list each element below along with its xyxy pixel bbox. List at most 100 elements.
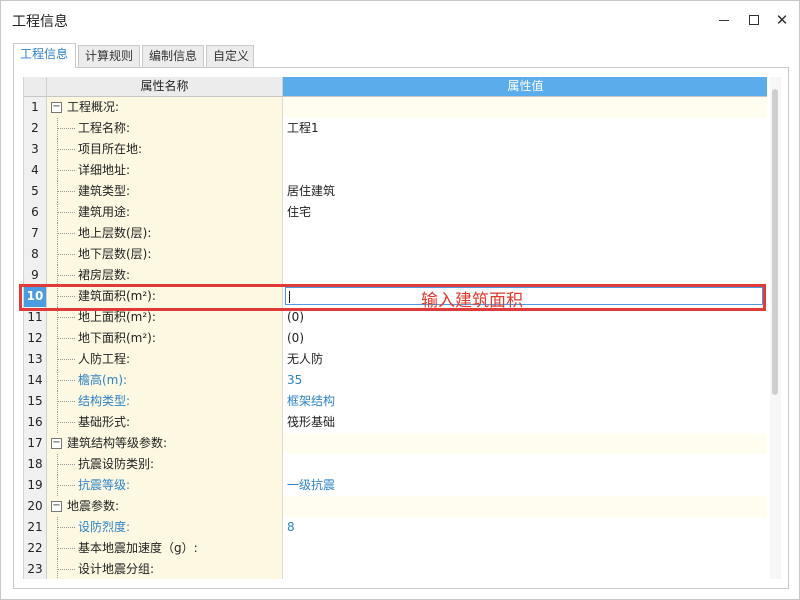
tab-calc-rules[interactable]: 计算规则	[78, 45, 140, 67]
property-value-cell[interactable]: 35	[283, 370, 767, 391]
row-number[interactable]: 8	[24, 244, 47, 265]
property-name-cell[interactable]: 设防烈度:	[47, 517, 283, 538]
row-number[interactable]: 18	[24, 454, 47, 475]
grid-row[interactable]: 9 裙房层数:	[24, 265, 767, 286]
grid-row[interactable]: 21 设防烈度: 8	[24, 517, 767, 538]
row-number[interactable]: 9	[24, 265, 47, 286]
minimize-icon[interactable]	[713, 9, 735, 31]
property-value-cell[interactable]	[283, 265, 767, 286]
row-number[interactable]: 16	[24, 412, 47, 433]
property-value-cell[interactable]: 居住建筑	[283, 181, 767, 202]
property-name-cell[interactable]: 人防工程:	[47, 349, 283, 370]
property-name-cell[interactable]: − 工程概况:	[47, 97, 283, 118]
row-number[interactable]: 6	[24, 202, 47, 223]
property-name-cell[interactable]: 基本地震加速度（g）:	[47, 538, 283, 559]
property-value-cell[interactable]	[283, 244, 767, 265]
grid-row[interactable]: 19 抗震等级: 一级抗震	[24, 475, 767, 496]
property-name-cell[interactable]: − 建筑结构等级参数:	[47, 433, 283, 454]
property-value-cell[interactable]	[283, 97, 767, 118]
property-name-cell[interactable]: 地下层数(层):	[47, 244, 283, 265]
grid-row[interactable]: 5 建筑类型: 居住建筑	[24, 181, 767, 202]
collapse-icon[interactable]: −	[51, 438, 62, 449]
row-number[interactable]: 3	[24, 139, 47, 160]
grid-row[interactable]: 7 地上层数(层):	[24, 223, 767, 244]
property-value: 筏形基础	[287, 415, 336, 429]
close-icon[interactable]: ✕	[771, 9, 793, 31]
grid-row[interactable]: 3 项目所在地:	[24, 139, 767, 160]
property-value-cell[interactable]: 工程1	[283, 118, 767, 139]
property-name-cell[interactable]: 结构类型:	[47, 391, 283, 412]
row-number[interactable]: 5	[24, 181, 47, 202]
property-name-cell[interactable]: 抗震等级:	[47, 475, 283, 496]
row-number[interactable]: 22	[24, 538, 47, 559]
row-number[interactable]: 19	[24, 475, 47, 496]
grid-row[interactable]: 15 结构类型: 框架结构	[24, 391, 767, 412]
row-number[interactable]: 20	[24, 496, 47, 517]
property-value-cell[interactable]: 8	[283, 517, 767, 538]
property-value-cell[interactable]: 无人防	[283, 349, 767, 370]
collapse-icon[interactable]: −	[51, 501, 62, 512]
property-value-cell[interactable]	[283, 559, 767, 579]
grid-row[interactable]: 12 地下面积(m²): (0)	[24, 328, 767, 349]
grid-group-row[interactable]: 20− 地震参数:	[24, 496, 767, 517]
property-value-cell[interactable]	[283, 454, 767, 475]
header-property-value[interactable]: 属性值	[283, 77, 767, 97]
property-value-cell[interactable]: 住宅	[283, 202, 767, 223]
grid-row[interactable]: 22 基本地震加速度（g）:	[24, 538, 767, 559]
row-number[interactable]: 17	[24, 433, 47, 454]
grid-row[interactable]: 2 工程名称: 工程1	[24, 118, 767, 139]
property-name-cell[interactable]: 地上层数(层):	[47, 223, 283, 244]
property-value-cell[interactable]	[283, 139, 767, 160]
property-value-cell[interactable]: 筏形基础	[283, 412, 767, 433]
property-name-cell[interactable]: 抗震设防类别:	[47, 454, 283, 475]
row-number[interactable]: 23	[24, 559, 47, 579]
grid-row[interactable]: 16 基础形式: 筏形基础	[24, 412, 767, 433]
grid-group-row[interactable]: 17− 建筑结构等级参数:	[24, 433, 767, 454]
grid-row[interactable]: 6 建筑用途: 住宅	[24, 202, 767, 223]
property-value-cell[interactable]	[283, 223, 767, 244]
scrollbar-thumb[interactable]	[772, 89, 778, 395]
collapse-icon[interactable]: −	[51, 102, 62, 113]
row-number[interactable]: 13	[24, 349, 47, 370]
property-value-cell[interactable]	[283, 433, 767, 454]
property-value-cell[interactable]: 框架结构	[283, 391, 767, 412]
property-value-cell[interactable]	[283, 160, 767, 181]
grid-row[interactable]: 8 地下层数(层):	[24, 244, 767, 265]
property-name-cell[interactable]: 地下面积(m²):	[47, 328, 283, 349]
property-name-cell[interactable]: 檐高(m):	[47, 370, 283, 391]
tab-custom[interactable]: 自定义	[206, 45, 254, 67]
property-name-cell[interactable]: 详细地址:	[47, 160, 283, 181]
tab-compile-info[interactable]: 编制信息	[142, 45, 204, 67]
header-property-name[interactable]: 属性名称	[47, 77, 283, 97]
row-number[interactable]: 21	[24, 517, 47, 538]
title-bar[interactable]: 工程信息 ✕	[1, 1, 799, 39]
row-number[interactable]: 15	[24, 391, 47, 412]
property-name-cell[interactable]: 设计地震分组:	[47, 559, 283, 579]
property-name-cell[interactable]: 建筑用途:	[47, 202, 283, 223]
property-name-cell[interactable]: 项目所在地:	[47, 139, 283, 160]
grid-row[interactable]: 4 详细地址:	[24, 160, 767, 181]
vertical-scrollbar[interactable]	[770, 77, 781, 579]
property-name-cell[interactable]: − 地震参数:	[47, 496, 283, 517]
row-number[interactable]: 12	[24, 328, 47, 349]
property-name-cell[interactable]: 建筑类型:	[47, 181, 283, 202]
property-value-cell[interactable]: 一级抗震	[283, 475, 767, 496]
tab-project-info[interactable]: 工程信息	[13, 43, 76, 68]
row-number[interactable]: 7	[24, 223, 47, 244]
property-name-cell[interactable]: 裙房层数:	[47, 265, 283, 286]
maximize-icon[interactable]	[743, 9, 765, 31]
grid-row[interactable]: 13 人防工程: 无人防	[24, 349, 767, 370]
property-value-cell[interactable]	[283, 538, 767, 559]
grid-group-row[interactable]: 1− 工程概况:	[24, 97, 767, 118]
property-value-cell[interactable]	[283, 496, 767, 517]
property-name-cell[interactable]: 基础形式:	[47, 412, 283, 433]
row-number[interactable]: 1	[24, 97, 47, 118]
grid-row[interactable]: 23 设计地震分组:	[24, 559, 767, 579]
row-number[interactable]: 4	[24, 160, 47, 181]
grid-row[interactable]: 14 檐高(m): 35	[24, 370, 767, 391]
row-number[interactable]: 14	[24, 370, 47, 391]
row-number[interactable]: 2	[24, 118, 47, 139]
property-value-cell[interactable]: (0)	[283, 328, 767, 349]
grid-row[interactable]: 18 抗震设防类别:	[24, 454, 767, 475]
property-name-cell[interactable]: 工程名称:	[47, 118, 283, 139]
